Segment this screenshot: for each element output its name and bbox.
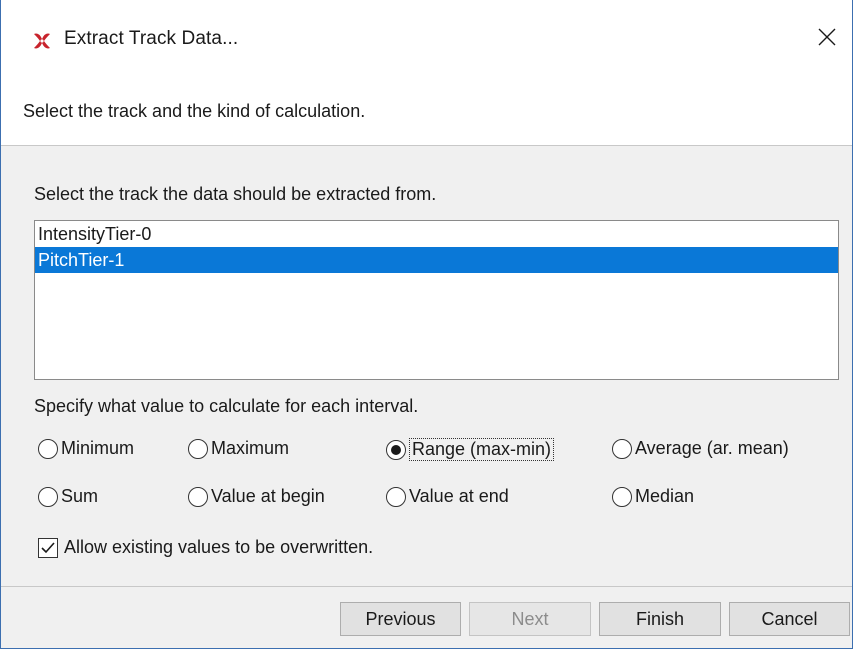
overwrite-checkbox[interactable]: Allow existing values to be overwritten. [38, 537, 373, 558]
close-icon [818, 28, 836, 46]
radio-label: Value at end [409, 486, 509, 506]
radio-maximum[interactable]: Maximum [188, 438, 289, 459]
radio-label: Average (ar. mean) [635, 438, 789, 458]
radio-button-checked-icon[interactable] [386, 439, 406, 460]
radio-label: Range (max-min) [409, 438, 555, 461]
radio-value-at-begin[interactable]: Value at begin [188, 486, 325, 507]
radio-label: Sum [61, 486, 99, 506]
radio-median[interactable]: Median [612, 486, 694, 507]
close-button[interactable] [804, 14, 850, 60]
title-bar[interactable]: Extract Track Data... [1, 0, 852, 78]
radio-label: Maximum [211, 438, 290, 458]
radio-label: Median [635, 486, 695, 506]
radio-button-icon[interactable] [188, 438, 208, 459]
window-title: Extract Track Data... [64, 28, 239, 49]
button-bar: Previous Next Finish Cancel [1, 587, 852, 648]
radio-range[interactable]: Range (max-min) [386, 438, 555, 461]
radio-button-icon[interactable] [612, 486, 632, 507]
radio-button-icon[interactable] [386, 486, 406, 507]
dialog-window: Extract Track Data... Select the track a… [0, 0, 853, 649]
checkbox-checked-icon[interactable] [38, 537, 58, 558]
checkbox-label: Allow existing values to be overwritten. [64, 537, 374, 557]
radio-button-icon[interactable] [38, 438, 58, 459]
radio-sum[interactable]: Sum [38, 486, 98, 507]
radio-button-icon[interactable] [612, 438, 632, 459]
track-list[interactable]: IntensityTier-0 PitchTier-1 [34, 220, 839, 380]
previous-button[interactable]: Previous [340, 602, 461, 636]
next-button[interactable]: Next [469, 602, 591, 636]
elan-logo-icon [31, 30, 53, 52]
radio-minimum[interactable]: Minimum [38, 438, 134, 459]
radio-label: Minimum [61, 438, 135, 458]
calculation-label: Specify what value to calculate for each… [34, 396, 419, 416]
radio-button-icon[interactable] [38, 486, 58, 507]
radio-average[interactable]: Average (ar. mean) [612, 438, 789, 459]
header-message: Select the track and the kind of calcula… [23, 101, 366, 121]
track-item-selected[interactable]: PitchTier-1 [35, 247, 838, 273]
radio-label: Value at begin [211, 486, 325, 506]
cancel-button[interactable]: Cancel [729, 602, 850, 636]
finish-button[interactable]: Finish [599, 602, 721, 636]
radio-value-at-end[interactable]: Value at end [386, 486, 509, 507]
track-item[interactable]: IntensityTier-0 [35, 221, 838, 247]
track-list-label: Select the track the data should be extr… [34, 184, 437, 204]
content-panel: Select the track the data should be extr… [1, 146, 852, 586]
radio-button-icon[interactable] [188, 486, 208, 507]
